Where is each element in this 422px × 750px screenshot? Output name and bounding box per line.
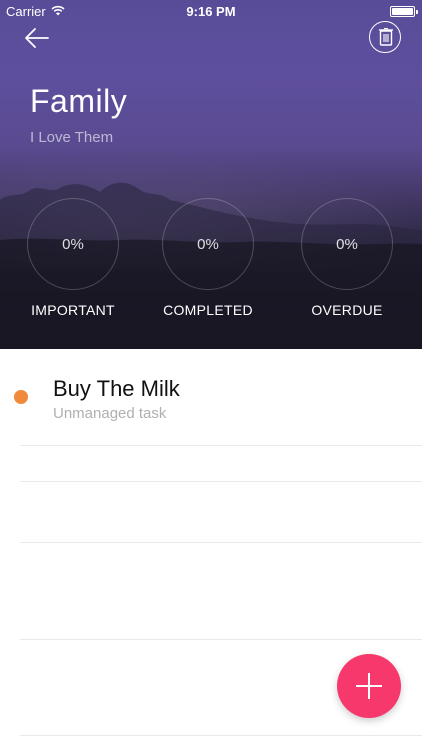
status-bar: Carrier 9:16 PM [0, 0, 422, 22]
status-time: 9:16 PM [186, 4, 236, 19]
stat-overdue-label: OVERDUE [311, 302, 383, 318]
arrow-left-icon [25, 28, 49, 48]
trash-icon [379, 28, 393, 46]
row-separator [20, 481, 422, 482]
battery-icon [390, 6, 418, 17]
list-subtitle: I Love Them [30, 129, 114, 146]
add-task-button[interactable] [337, 654, 401, 718]
stat-important-ring: 0% [27, 198, 119, 290]
stat-important-value: 0% [62, 235, 84, 253]
task-subtitle: Unmanaged task [53, 405, 167, 422]
stat-overdue-ring: 0% [301, 198, 393, 290]
task-title: Buy The Milk [53, 376, 180, 401]
back-button[interactable] [22, 24, 52, 52]
row-separator [20, 542, 422, 543]
stat-completed: 0% COMPLETED [162, 198, 254, 318]
header-panel: Carrier 9:16 PM Family I Love Them 0% IM… [0, 0, 422, 349]
stat-important: 0% IMPORTANT [27, 198, 119, 318]
stat-overdue: 0% OVERDUE [301, 198, 393, 318]
row-separator [20, 735, 422, 736]
row-separator [20, 445, 422, 446]
task-priority-dot [14, 390, 28, 404]
stat-completed-value: 0% [197, 235, 219, 253]
stat-overdue-value: 0% [336, 235, 358, 253]
list-title: Family [30, 83, 128, 119]
task-row[interactable]: Buy The Milk Unmanaged task [0, 349, 422, 445]
row-separator [20, 639, 422, 640]
delete-list-button[interactable] [369, 21, 401, 53]
stat-completed-ring: 0% [162, 198, 254, 290]
